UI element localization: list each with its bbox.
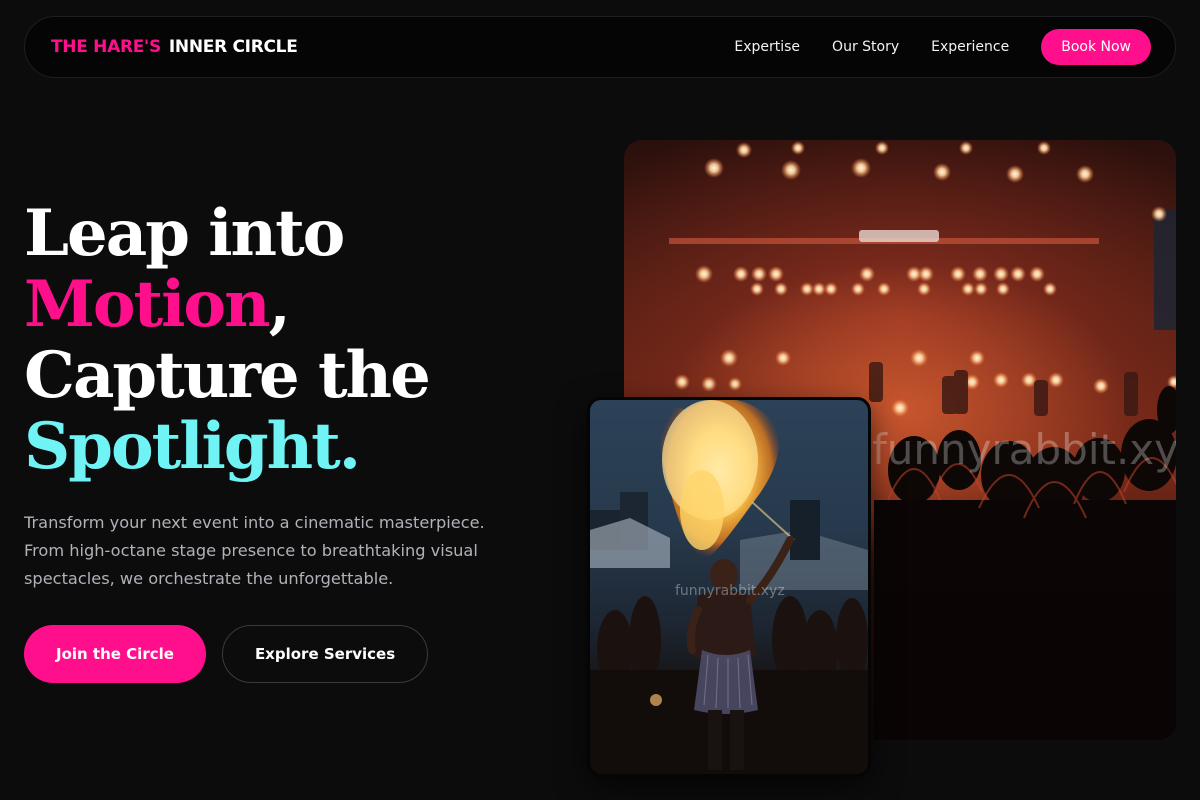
headline-highlight-spotlight: Spotlight. (24, 409, 361, 484)
hero-subtitle: Transform your next event into a cinemat… (24, 513, 485, 588)
top-nav: THE HARE'S INNER CIRCLE Expertise Our Sto… (24, 16, 1176, 78)
nav-link-expertise[interactable]: Expertise (734, 39, 800, 55)
nav-links: Expertise Our Story Experience Book Now (734, 29, 1151, 65)
headline-comma: , (268, 267, 291, 342)
fire-illustration (590, 400, 868, 774)
logo-text-part2: INNER CIRCLE (168, 37, 298, 57)
headline-line-1: Leap into (24, 196, 345, 271)
headline-highlight-motion: Motion (24, 267, 271, 342)
book-now-button[interactable]: Book Now (1041, 29, 1151, 65)
nav-link-experience[interactable]: Experience (931, 39, 1009, 55)
join-circle-button[interactable]: Join the Circle (24, 625, 206, 683)
hero-headline: Leap into Motion, Capture the Spotlight. (24, 196, 431, 484)
hero-cta-row: Join the Circle Explore Services (24, 625, 429, 683)
logo-text-part1: THE HARE'S (51, 37, 161, 57)
fire-performer-image: funnyrabbit.xyz (587, 397, 871, 777)
headline-line-3: Capture the (24, 338, 431, 413)
site-logo[interactable]: THE HARE'S INNER CIRCLE (51, 37, 298, 57)
nav-link-our-story[interactable]: Our Story (832, 39, 899, 55)
headline-line-2: Motion, (24, 269, 429, 340)
explore-services-button[interactable]: Explore Services (221, 625, 429, 683)
